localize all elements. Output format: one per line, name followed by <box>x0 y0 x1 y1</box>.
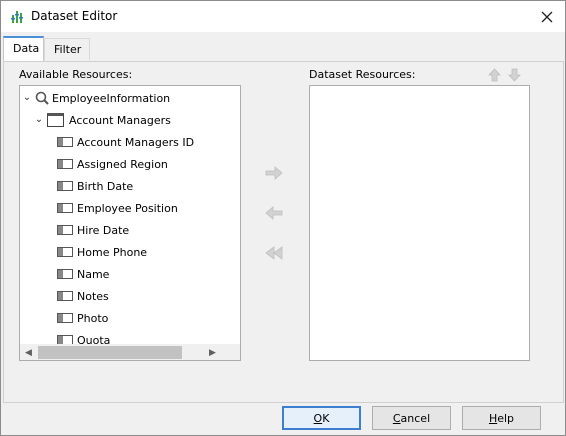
tree-item-field[interactable]: Employee Position <box>57 198 178 218</box>
field-icon <box>57 269 73 279</box>
tree-item-label: Account Managers ID <box>77 135 195 149</box>
tree-item-label: EmployeeInformation <box>52 91 171 105</box>
field-icon <box>57 291 73 301</box>
cancel-mnemonic: C <box>392 411 401 425</box>
tree-item-label: Photo <box>77 311 109 325</box>
help-label-rest: elp <box>497 411 515 425</box>
field-icon <box>57 159 73 169</box>
tab-filter[interactable]: Filter <box>44 38 90 60</box>
field-icon <box>57 247 73 257</box>
available-resources-tree[interactable]: ⌄ EmployeeInformation ⌄ Account Managers… <box>19 85 241 361</box>
field-icon <box>57 313 73 323</box>
scroll-right-icon[interactable]: ▶ <box>204 344 221 360</box>
window-title: Dataset Editor <box>31 9 118 23</box>
horizontal-scroll-thumb[interactable] <box>38 346 182 359</box>
table-icon <box>47 113 64 127</box>
tree-item-field[interactable]: Assigned Region <box>57 154 168 174</box>
tab-strip: Data Filter <box>3 36 563 62</box>
available-resources-label: Available Resources: <box>19 68 133 81</box>
move-up-button[interactable] <box>486 67 502 83</box>
tab-data[interactable]: Data <box>3 36 44 62</box>
horizontal-scrollbar[interactable]: ◀ ▶ <box>20 344 240 360</box>
dataset-resources-list[interactable] <box>309 85 530 361</box>
ok-mnemonic: O <box>313 411 323 425</box>
ok-button[interactable]: OK <box>282 406 361 430</box>
help-mnemonic: H <box>488 411 498 425</box>
move-down-button[interactable] <box>506 67 522 83</box>
title-bar: Dataset Editor <box>1 1 565 32</box>
tree-item-label: Birth Date <box>77 179 134 193</box>
tree-item-field[interactable]: Photo <box>57 308 108 328</box>
tree-item-label: Name <box>77 267 110 281</box>
arrow-left-icon <box>265 206 283 220</box>
scroll-left-icon[interactable]: ◀ <box>20 344 37 360</box>
dataset-editor-dialog: Dataset Editor Data Filter Available Res… <box>0 0 566 436</box>
field-icon <box>57 225 73 235</box>
remove-all-button[interactable] <box>263 243 285 263</box>
cancel-label-rest: ancel <box>400 411 431 425</box>
dataset-resources-label: Dataset Resources: <box>309 68 416 81</box>
tree-item-label: Notes <box>77 289 109 303</box>
tree-item-label: Home Phone <box>77 245 148 259</box>
arrow-up-icon <box>487 68 501 82</box>
tree-item-field[interactable]: Name <box>57 264 109 284</box>
double-arrow-left-icon <box>265 246 283 260</box>
field-icon <box>57 137 73 147</box>
chevron-down-icon[interactable]: ⌄ <box>22 93 32 103</box>
tree-item-field[interactable]: Birth Date <box>57 176 133 196</box>
tree-item-table[interactable]: ⌄ Account Managers <box>34 110 171 130</box>
tree-item-field[interactable]: Notes <box>57 286 109 306</box>
field-icon <box>57 181 73 191</box>
add-button[interactable] <box>263 163 285 183</box>
arrow-down-icon <box>507 68 521 82</box>
ok-label-rest: K <box>322 411 330 425</box>
field-icon <box>57 203 73 213</box>
query-icon <box>35 91 49 105</box>
tree-item-field[interactable]: Account Managers ID <box>57 132 194 152</box>
tree-item-field[interactable]: Home Phone <box>57 242 147 262</box>
tree-item-field[interactable]: Hire Date <box>57 220 129 240</box>
tree-item-label: Hire Date <box>77 223 130 237</box>
tree-item-label: Assigned Region <box>77 157 168 171</box>
chevron-down-icon[interactable]: ⌄ <box>34 115 44 125</box>
arrow-right-icon <box>265 166 283 180</box>
help-button[interactable]: Help <box>462 406 541 430</box>
close-button[interactable] <box>537 7 557 26</box>
tree-item-label: Account Managers <box>69 113 171 127</box>
remove-button[interactable] <box>263 203 285 223</box>
tree-item-label: Employee Position <box>77 201 178 215</box>
dataset-editor-icon <box>11 11 23 23</box>
close-icon <box>541 11 553 22</box>
tree-item-query[interactable]: ⌄ EmployeeInformation <box>22 88 170 108</box>
cancel-button[interactable]: Cancel <box>372 406 451 430</box>
